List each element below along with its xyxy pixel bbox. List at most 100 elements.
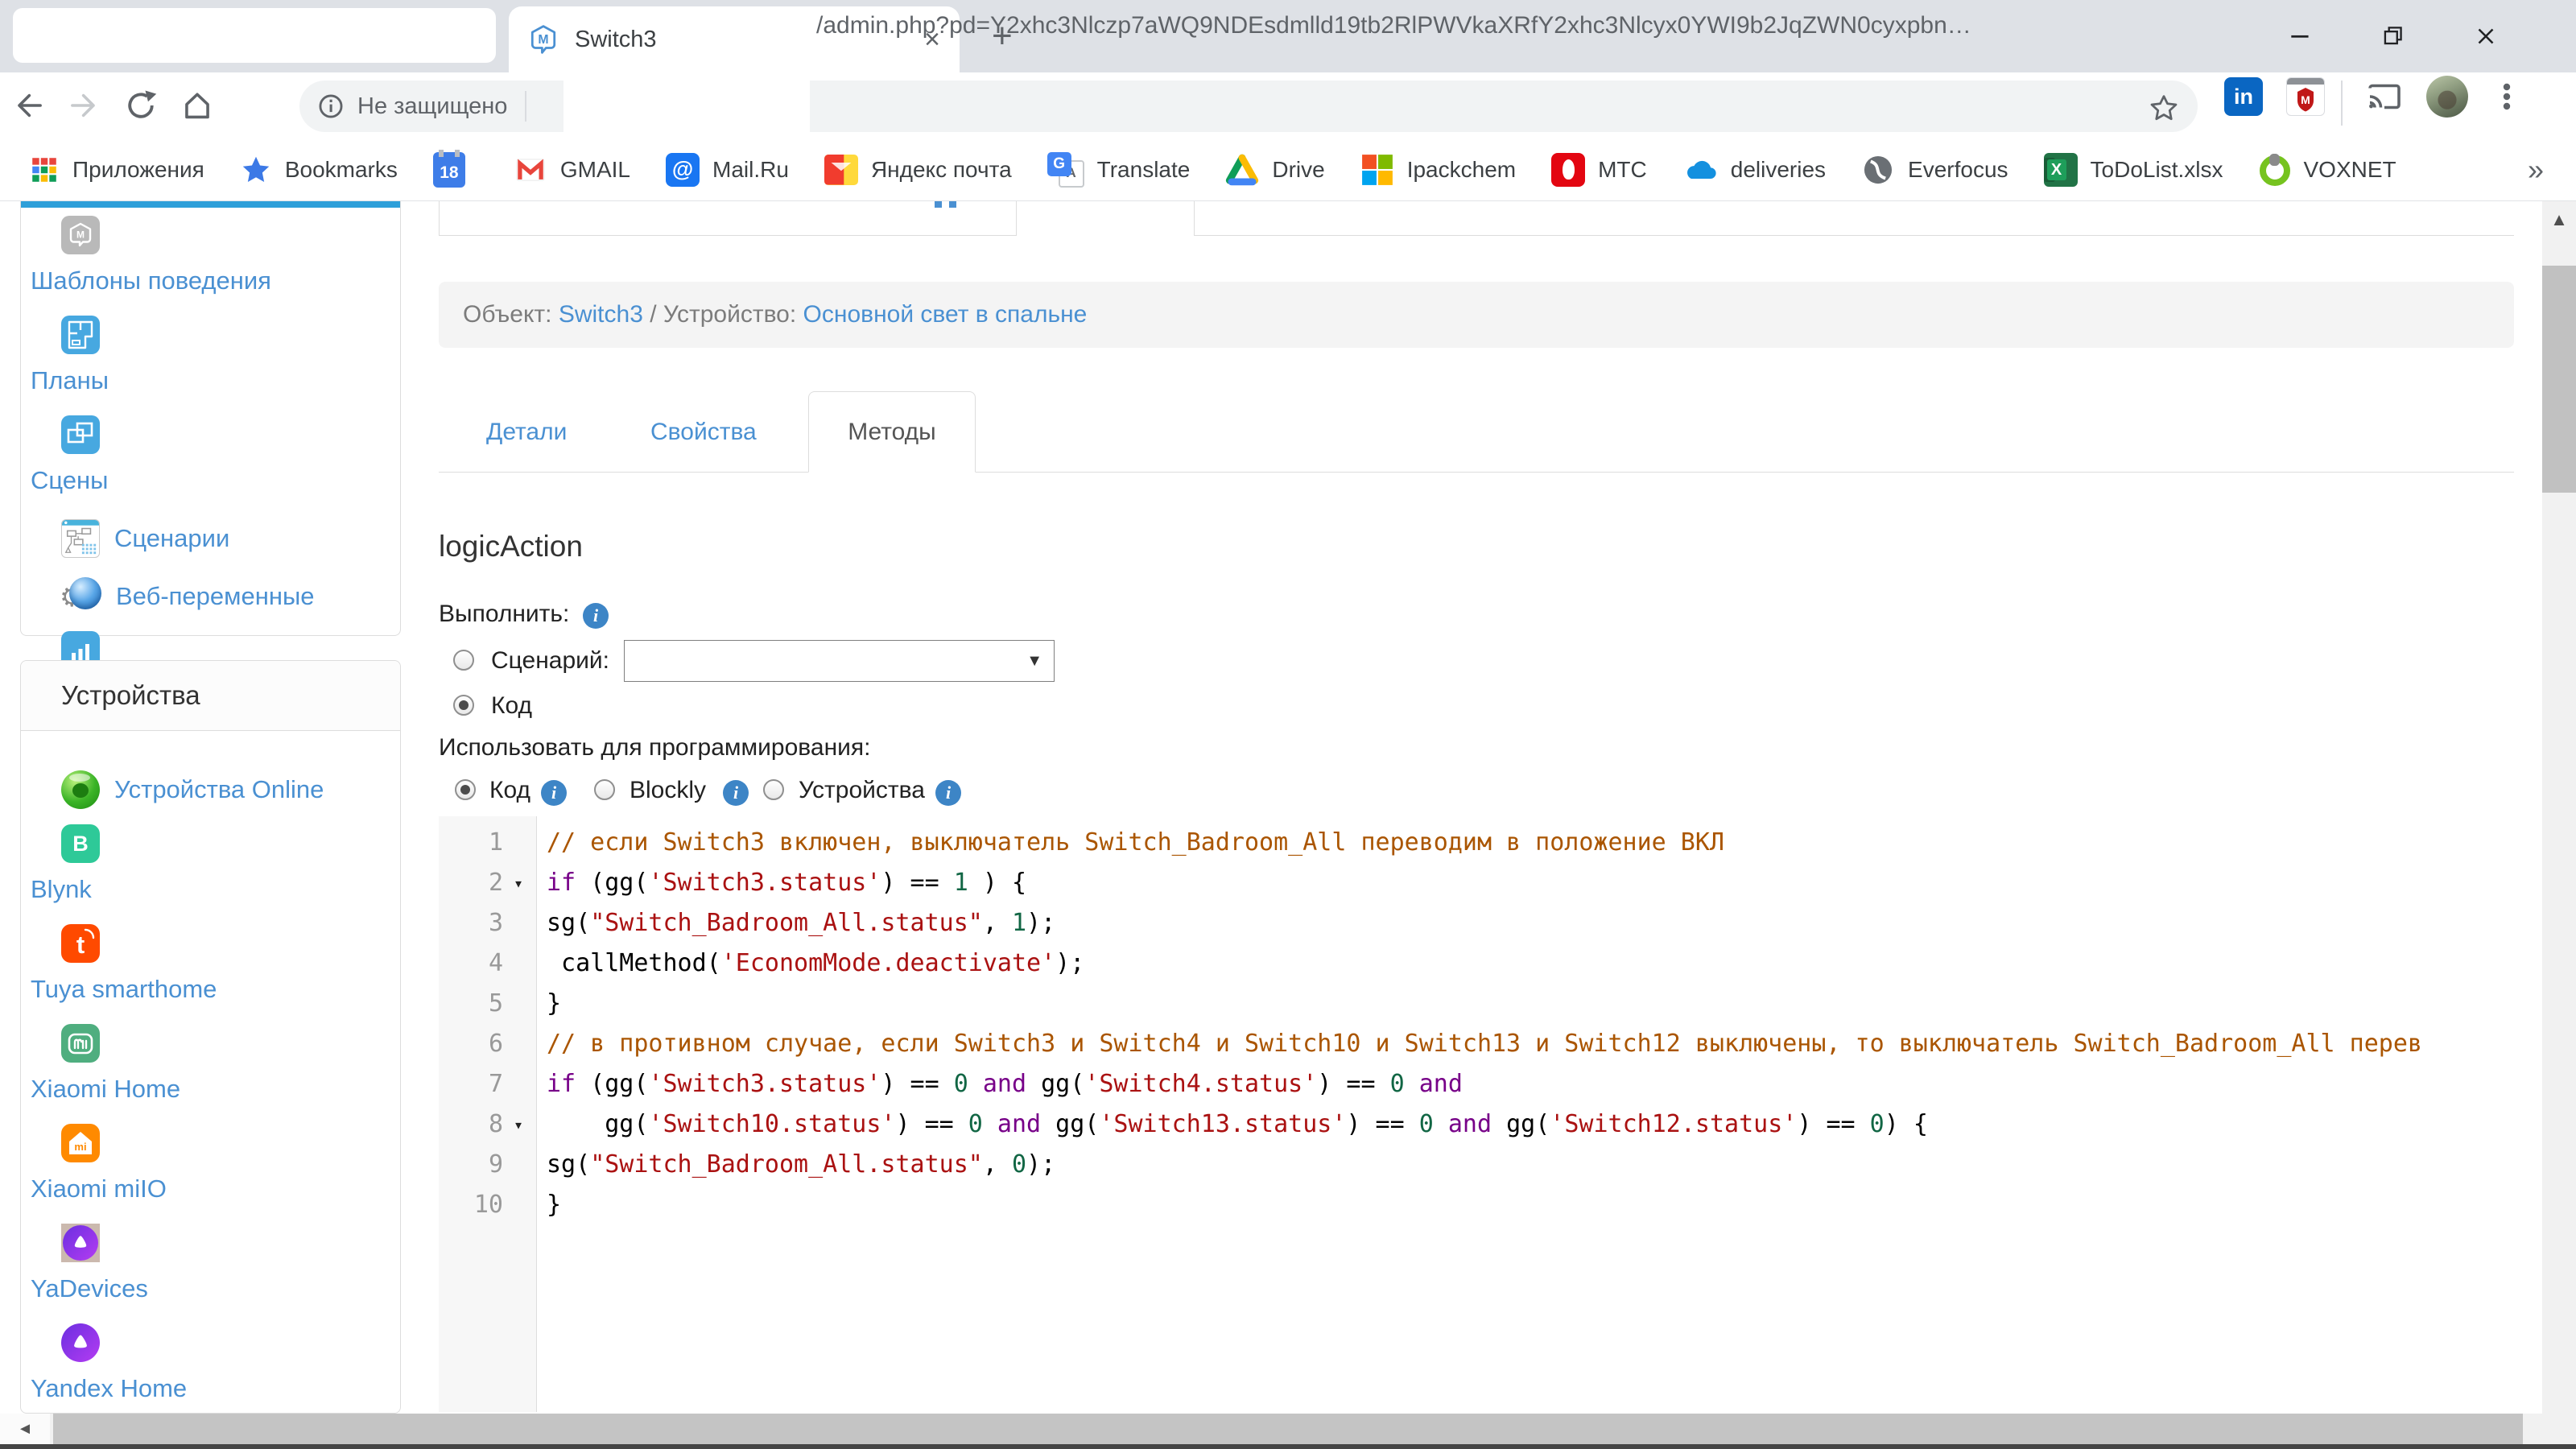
sidebar-item-xiaomi-miio[interactable]: mi Xiaomi miIO — [31, 1124, 340, 1212]
linkedin-extension-icon[interactable]: in — [2224, 77, 2263, 116]
bookmark-label: МТС — [1598, 156, 1647, 182]
back-button[interactable] — [0, 88, 56, 123]
prog-blockly-radio[interactable] — [594, 779, 615, 800]
code-radio[interactable] — [453, 695, 474, 716]
sidebar-item-web-variables[interactable]: ⚙ Веб-переменные — [31, 573, 340, 620]
code-line[interactable]: // если Switch3 включен, выключатель Swi… — [547, 823, 2529, 863]
window-minimize-button[interactable] — [2254, 0, 2347, 72]
code-line[interactable]: callMethod('EconomMode.deactivate'); — [547, 943, 2529, 984]
code-line[interactable]: } — [547, 984, 2529, 1024]
code-line[interactable]: if (gg('Switch3.status') == 0 and gg('Sw… — [547, 1064, 2529, 1104]
window-restore-button[interactable] — [2347, 0, 2439, 72]
scenario-select[interactable]: ▼ — [624, 640, 1055, 682]
partial-tab-right[interactable] — [1194, 201, 2514, 236]
bookmark-voxnet[interactable]: VOXNET — [2258, 153, 2396, 186]
tab-methods-active[interactable]: Методы — [808, 391, 976, 473]
code-line[interactable]: sg("Switch_Badroom_All.status", 0); — [547, 1145, 2529, 1185]
bookmarks-overflow-icon[interactable]: » — [2528, 153, 2544, 187]
code-line[interactable]: // в противном случае, если Switch3 и Sw… — [547, 1024, 2529, 1064]
bookmark-yandex-mail[interactable]: Яндекс почта — [824, 154, 1012, 185]
green-orb-icon — [61, 770, 100, 809]
scroll-up-icon[interactable]: ▲ — [2542, 209, 2576, 230]
sidebar-item-label: Шаблоны поведения — [31, 266, 271, 295]
bookmark-gmail[interactable]: GMAIL — [514, 153, 630, 187]
code-line[interactable]: sg("Switch_Badroom_All.status", 1); — [547, 903, 2529, 943]
bookmark-apps[interactable]: Приложения — [29, 155, 204, 185]
majordomo-favicon-icon: M — [528, 24, 559, 55]
bookmark-bookmarks[interactable]: Bookmarks — [240, 154, 398, 186]
bookmark-calendar[interactable]: 18 — [432, 149, 478, 188]
bookmark-ipackchem[interactable]: Ipackchem — [1360, 153, 1516, 187]
mcafee-extension-icon[interactable]: M — [2286, 77, 2325, 116]
breadcrumb-object-link[interactable]: Switch3 — [559, 301, 643, 328]
site-info-icon[interactable] — [316, 91, 346, 122]
blynk-icon: B — [61, 824, 100, 863]
bookmark-deliveries[interactable]: deliveries — [1682, 152, 1826, 188]
profile-avatar[interactable] — [2426, 76, 2468, 118]
sidebar-item-label: Yandex Home — [31, 1374, 188, 1402]
bookmark-label: Ipackchem — [1406, 156, 1517, 182]
horizontal-scrollbar[interactable]: ◄ — [0, 1414, 2542, 1444]
kebab-menu-icon[interactable] — [2487, 77, 2526, 116]
sidebar-item-scenes[interactable]: Сцены — [31, 415, 340, 504]
bookmark-translate[interactable]: AG Translate — [1046, 151, 1191, 188]
prog-devices-radio[interactable] — [763, 779, 784, 800]
majordomo-logo-icon: M — [61, 216, 100, 254]
info-icon[interactable]: i — [541, 778, 567, 806]
window-close-button[interactable] — [2439, 0, 2532, 72]
info-icon[interactable]: i — [723, 778, 749, 806]
code-line[interactable]: gg('Switch10.status') == 0 and gg('Switc… — [547, 1104, 2529, 1145]
sidebar-item-scenarios[interactable]: Сценарии — [31, 515, 340, 562]
browser-window: M Switch3 × + Не защищено /admin.php?pd=… — [0, 0, 2576, 1449]
microsoft-icon — [1360, 153, 1394, 187]
bookmark-label: ToDoList.xlsx — [2090, 156, 2223, 182]
sidebar-item-yadevices[interactable]: YaDevices — [31, 1224, 340, 1312]
sidebar-item-yandex-home[interactable]: Yandex Home — [31, 1323, 340, 1412]
forward-button[interactable] — [56, 88, 113, 123]
tab-properties[interactable]: Свойства — [650, 391, 757, 473]
security-label[interactable]: Не защищено — [357, 93, 507, 120]
clipped-link-fragment — [935, 201, 942, 208]
bookmark-star-icon[interactable] — [2148, 92, 2180, 124]
prog-blockly-label: Blockly — [630, 777, 707, 803]
info-icon[interactable]: i — [583, 603, 609, 629]
sidebar-item-tuya[interactable]: t Tuya smarthome — [31, 924, 340, 1013]
sidebar-item-behavior-templates[interactable]: M Шаблоны поведения — [31, 216, 340, 304]
code-line[interactable]: if (gg('Switch3.status') == 1 ) { — [547, 863, 2529, 903]
scroll-left-icon[interactable]: ◄ — [0, 1414, 50, 1444]
vertical-scroll-thumb[interactable] — [2542, 266, 2576, 493]
sidebar-item-blynk[interactable]: B Blynk — [31, 824, 340, 913]
globe-icon — [1861, 153, 1895, 187]
partial-tab-left[interactable] — [439, 201, 1017, 236]
reload-button[interactable] — [113, 88, 169, 123]
prog-code-radio[interactable] — [455, 779, 476, 800]
bookmark-mailru[interactable]: @ Mail.Ru — [666, 152, 789, 187]
cast-icon[interactable] — [2365, 77, 2404, 116]
fold-arrow-icon[interactable]: ▾ — [503, 1104, 534, 1145]
scenario-radio[interactable] — [453, 650, 474, 671]
editor-gutter: 1 2 ▾ 3 4 5 6 7 8 ▾ 9 10 — [439, 816, 537, 1412]
bookmark-todolist[interactable]: X ToDoList.xlsx — [2043, 152, 2223, 187]
url-text[interactable]: /admin.php?pd=Y2xhc3Nlczp7aWQ9NDEsdmlld1… — [816, 0, 2104, 52]
bookmark-drive[interactable]: Drive — [1225, 153, 1325, 187]
tab-details[interactable]: Детали — [486, 391, 567, 473]
info-icon[interactable]: i — [935, 778, 961, 806]
tuya-icon: t — [61, 924, 100, 963]
code-editor[interactable]: 1 2 ▾ 3 4 5 6 7 8 ▾ 9 10 // если Switch3 включен, в… — [439, 816, 2529, 1412]
fold-arrow-icon[interactable]: ▾ — [503, 863, 534, 903]
code-line[interactable]: } — [547, 1185, 2529, 1225]
bookmark-mts[interactable]: МТС — [1551, 152, 1647, 187]
horizontal-scroll-thumb[interactable] — [53, 1414, 2523, 1444]
bookmark-label: Mail.Ru — [712, 156, 789, 182]
editor-code[interactable]: // если Switch3 включен, выключатель Swi… — [537, 816, 2529, 1412]
vertical-scrollbar[interactable]: ▲ — [2542, 201, 2576, 1449]
bookmark-everfocus[interactable]: Everfocus — [1861, 153, 2008, 187]
tab-blank[interactable] — [13, 8, 496, 63]
breadcrumb-device-link[interactable]: Основной свет в спальне — [803, 301, 1088, 328]
sidebar-item-plans[interactable]: Планы — [31, 316, 340, 404]
sidebar-item-devices-online[interactable]: Устройства Online — [31, 766, 340, 813]
sidebar-item-xiaomi-home[interactable]: Xiaomi Home — [31, 1024, 340, 1113]
gmail-icon — [514, 153, 547, 187]
home-button[interactable] — [169, 88, 225, 123]
bookmark-label: Translate — [1096, 156, 1191, 182]
